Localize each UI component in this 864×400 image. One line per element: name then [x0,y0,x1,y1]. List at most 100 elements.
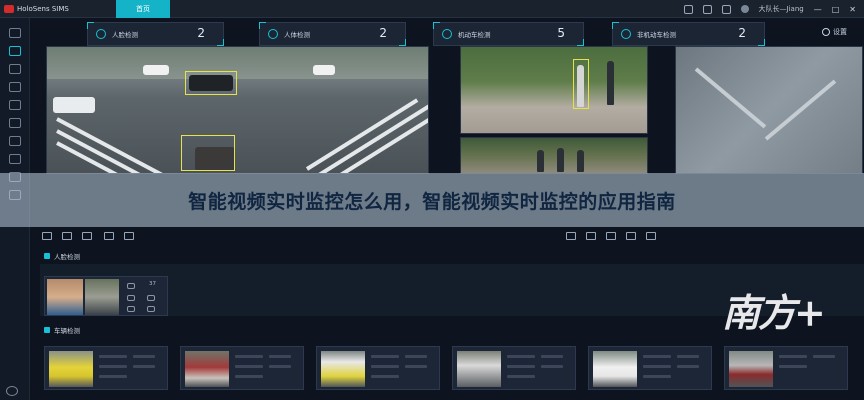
vehicle-attr-line [371,375,399,378]
vehicle-attr-line [235,355,263,358]
vehicle-marker [143,65,169,75]
counter-person[interactable]: 人体检测 2 [259,22,406,46]
counter-value: 2 [379,26,387,40]
vehicle-attr-line [643,365,671,368]
crosswalk-stripe [317,104,428,173]
age-value: 37 [149,281,156,287]
pedestrian-marker [557,148,564,172]
counter-label: 机动车检测 [458,31,491,39]
layout-9-icon[interactable] [606,232,616,240]
layout-4-icon[interactable] [586,232,596,240]
vehicle-attr-line [269,365,291,368]
layout-16-icon[interactable] [626,232,636,240]
crosswalk-stripe [694,67,767,129]
counter-face[interactable]: 人脸检测 2 [87,22,224,46]
vehicle-record-card[interactable] [316,346,440,390]
search-icon[interactable] [9,64,21,74]
settings-button[interactable]: 设置 [822,27,847,37]
video-icon[interactable] [9,118,21,128]
vehicle-attr-line [507,375,535,378]
vehicle-record-card[interactable] [452,346,576,390]
vehicle-attr-line [507,355,535,358]
counter-non-motor[interactable]: 非机动车检测 2 [612,22,765,46]
video-scenery [47,47,428,79]
vehicle-attr-line [99,355,127,358]
vehicle-attr-line [643,375,671,378]
bike-scan-icon [621,29,631,39]
top-bar: HoloSens SIMS 首页 大队长—Jiang — □ ✕ [0,0,864,18]
minimize-button[interactable]: — [814,5,822,14]
detection-box [181,135,235,171]
glasses-icon [127,283,135,289]
watermark-text: 南方+ [722,290,826,335]
vehicle-record-card[interactable] [180,346,304,390]
vehicle-capture-image [185,351,229,387]
detection-box [185,71,237,95]
vehicle-attr-line [99,365,127,368]
home-icon[interactable] [9,28,21,38]
tab-home[interactable]: 首页 [116,0,170,18]
user-name[interactable]: 大队长—Jiang [759,4,804,14]
vehicle-attr-line [133,355,155,358]
avatar[interactable] [740,5,749,13]
mask-icon [127,295,135,301]
gear-icon [822,28,830,36]
vehicle-section-label: 车辆检测 [54,327,80,335]
vehicle-attr-line [541,355,563,358]
vehicle-attr-line [235,375,263,378]
face-section-label: 人脸检测 [54,253,80,261]
counter-value: 2 [738,26,746,40]
vehicle-capture-image [593,351,637,387]
face-icon[interactable] [9,154,21,164]
monitor-icon[interactable] [9,46,21,56]
face-record-card[interactable]: 37 [44,276,168,316]
alarm-icon[interactable] [9,100,21,110]
map-icon[interactable] [9,136,21,146]
close-button[interactable]: ✕ [849,5,856,14]
vehicle-record-card[interactable] [724,346,848,390]
vehicle-attr-line [235,365,263,368]
camera-icon[interactable] [42,232,52,240]
ptz-icon[interactable] [104,232,114,240]
vehicle-attr-line [813,355,835,358]
message-icon[interactable] [702,4,712,14]
maximize-button[interactable]: □ [832,5,840,14]
vehicle-attr-line [779,365,807,368]
info-icon[interactable] [6,386,18,396]
fullscreen-icon[interactable] [646,232,656,240]
counter-label: 人体检测 [284,31,310,39]
watermark-logo: 南方+ [722,282,830,352]
car-scan-icon [442,29,452,39]
article-banner: 智能视频实时监控怎么用，智能视频实时监控的应用指南 [0,173,864,227]
video-feed-main[interactable] [46,46,429,174]
grid-icon[interactable] [9,82,21,92]
volume-icon[interactable] [82,232,92,240]
crosswalk-stripe [56,117,164,173]
vehicle-attr-line [269,355,291,358]
crosswalk-stripe [764,79,837,141]
vehicle-marker [53,97,95,113]
settings-label: 设置 [833,28,847,36]
fullscreen-icon[interactable] [721,4,731,14]
vehicle-capture-image [49,351,93,387]
counter-vehicle[interactable]: 机动车检测 5 [433,22,584,46]
vehicle-attr-line [507,365,535,368]
top-right-controls: 大队长—Jiang — □ ✕ [683,3,856,15]
vehicle-attr-line [405,355,427,358]
detection-box [573,59,589,109]
vehicle-record-card[interactable] [588,346,712,390]
record-icon[interactable] [62,232,72,240]
layout-1-icon[interactable] [566,232,576,240]
video-feed-overhead[interactable] [675,46,863,174]
vehicle-capture-image [729,351,773,387]
counter-label: 非机动车检测 [637,31,676,39]
face-scene-image [85,279,119,315]
video-feed-street[interactable] [460,46,648,134]
counter-value: 5 [557,26,565,40]
section-marker-icon [44,327,50,333]
vehicle-record-card[interactable] [44,346,168,390]
pedestrian-marker [577,150,584,172]
video-feed-bikes[interactable] [460,137,648,174]
notification-icon[interactable] [683,4,693,14]
playback-icon[interactable] [124,232,134,240]
